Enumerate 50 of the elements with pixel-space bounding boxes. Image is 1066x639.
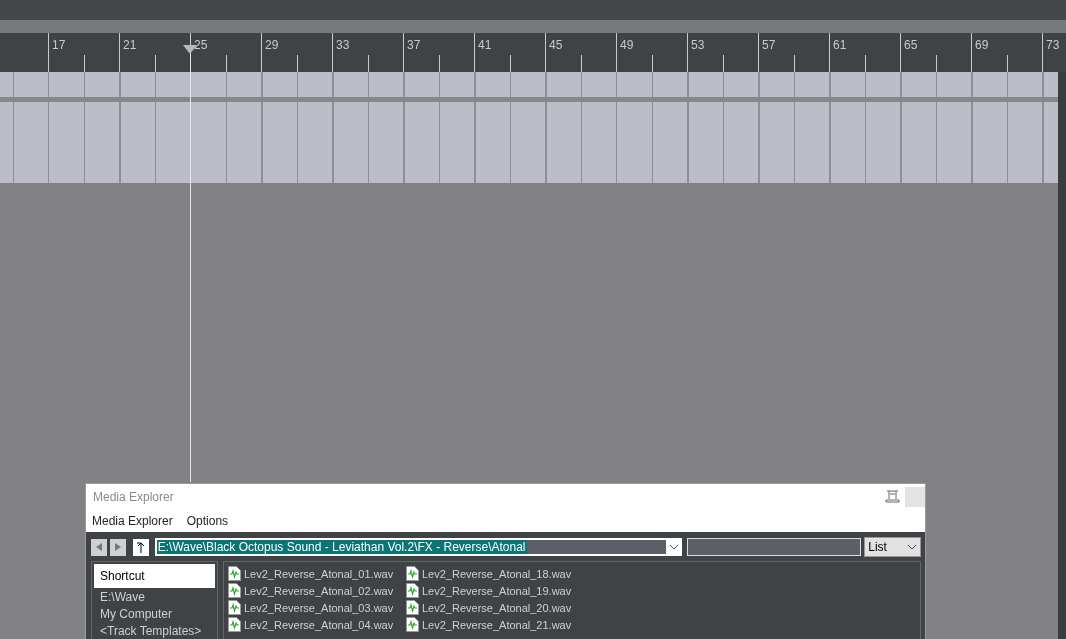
bar-number: 73 <box>1045 37 1061 52</box>
audio-file-icon <box>406 566 419 581</box>
sidebar-item[interactable]: Shortcut <box>94 564 215 588</box>
view-select[interactable]: List <box>864 537 921 557</box>
left-arrow-icon <box>95 543 102 551</box>
bar-number: 69 <box>974 37 990 52</box>
bar-number: 49 <box>619 37 635 52</box>
bar-number: 45 <box>548 37 564 52</box>
bar-number: 29 <box>264 37 280 52</box>
file-name[interactable]: Lev2_Reverse_Atonal_02.wav <box>244 584 394 597</box>
bar-number: 17 <box>51 37 67 52</box>
pin-icon[interactable] <box>885 490 900 504</box>
bar-number: 61 <box>832 37 848 52</box>
window-title: Media Explorer <box>93 489 175 504</box>
audio-file-icon <box>228 566 241 581</box>
scrollbar[interactable] <box>1058 72 1066 639</box>
sidebar-item[interactable]: <Track Templates> <box>94 622 215 639</box>
back-button[interactable] <box>91 538 107 556</box>
bar-number: 65 <box>903 37 919 52</box>
audio-file-icon <box>228 583 241 598</box>
bar-number: 25 <box>193 37 209 52</box>
bar-number: 21 <box>122 37 138 52</box>
bar-number: 37 <box>406 37 422 52</box>
parent-folder-button[interactable] <box>132 538 149 556</box>
right-arrow-icon <box>114 543 121 551</box>
audio-file-icon <box>228 617 241 632</box>
file-name[interactable]: Lev2_Reverse_Atonal_03.wav <box>244 601 394 614</box>
bar-number: 57 <box>761 37 777 52</box>
forward-button[interactable] <box>109 538 126 556</box>
bar-number: 53 <box>690 37 706 52</box>
menu-item[interactable]: Media Explorer <box>92 513 173 528</box>
file-name[interactable]: Lev2_Reverse_Atonal_04.wav <box>244 618 394 631</box>
audio-file-icon <box>406 600 419 615</box>
sidebar-item[interactable]: E:\Wave <box>94 588 215 605</box>
audio-file-icon <box>406 617 419 632</box>
bar-number: 41 <box>477 37 493 52</box>
sidebar-item[interactable]: My Computer <box>94 605 215 622</box>
audio-file-icon <box>406 583 419 598</box>
bar-number: 33 <box>335 37 351 52</box>
audio-file-icon <box>228 600 241 615</box>
chevron-down-icon <box>907 544 917 550</box>
file-name[interactable]: Lev2_Reverse_Atonal_20.wav <box>422 601 572 614</box>
path-combobox[interactable]: E:\Wave\Black Octopus Sound - Leviathan Vol.2\FX - Reverse\Atonal <box>154 538 683 556</box>
file-name[interactable]: Lev2_Reverse_Atonal_18.wav <box>422 567 572 580</box>
menu-item[interactable]: Options <box>186 513 229 528</box>
file-name[interactable]: Lev2_Reverse_Atonal_01.wav <box>244 567 394 580</box>
search-field[interactable] <box>687 538 862 556</box>
file-name[interactable]: Lev2_Reverse_Atonal_19.wav <box>422 584 572 597</box>
up-arrow-icon <box>136 541 145 553</box>
file-name[interactable]: Lev2_Reverse_Atonal_21.wav <box>422 618 572 631</box>
